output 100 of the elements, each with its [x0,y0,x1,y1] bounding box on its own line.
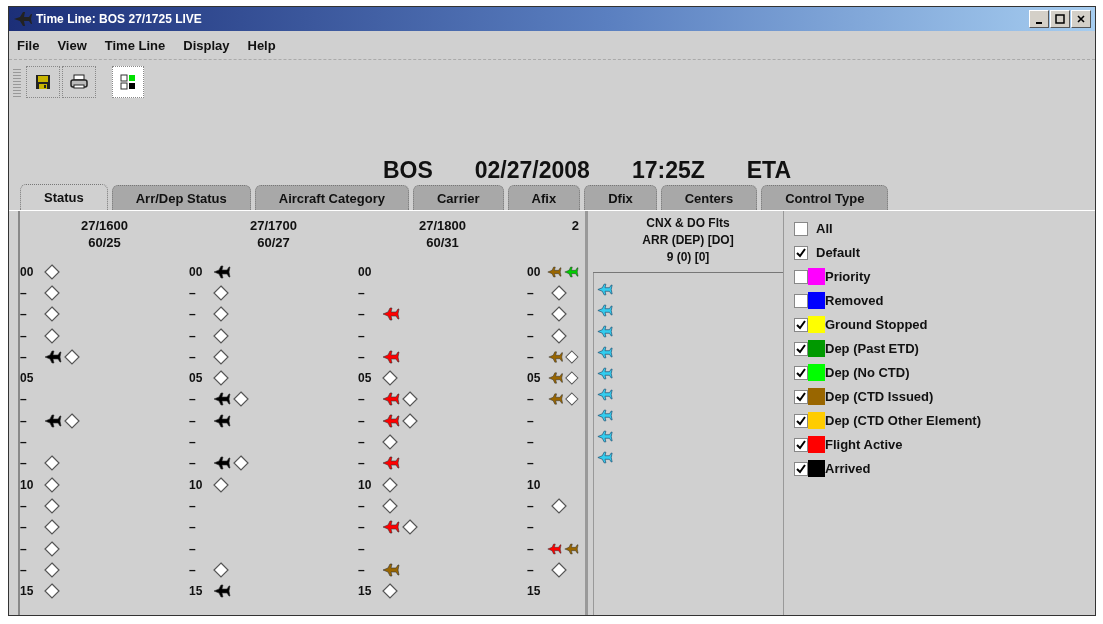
diamond-icon[interactable] [233,391,249,408]
airplane-icon[interactable] [213,264,231,279]
legend-toggle-button[interactable] [112,66,144,98]
diamond-icon[interactable] [213,284,229,301]
checkbox[interactable] [794,269,808,284]
checkbox[interactable] [794,245,808,260]
minute-label: – [527,328,535,343]
diamond-icon[interactable] [565,348,579,365]
menu-item[interactable]: Display [183,38,230,53]
diamond-icon[interactable] [213,348,229,365]
checkbox[interactable] [794,317,808,332]
diamond-icon[interactable] [44,497,60,514]
minute-label: – [358,413,366,428]
diamond-icon[interactable] [551,497,567,514]
minute-label: – [20,498,28,513]
checkbox[interactable] [794,389,808,404]
maximize-button[interactable] [1050,10,1070,28]
minute-label: 10 [20,477,35,492]
checkbox[interactable] [794,365,808,380]
minute-label: – [20,456,28,471]
diamond-icon[interactable] [44,519,60,536]
diamond-icon[interactable] [382,476,398,493]
minute-label: – [189,307,197,322]
minute-label: 00 [358,264,373,279]
airplane-icon[interactable] [213,392,231,407]
minute-label: – [358,349,366,364]
minute-label: – [527,413,535,428]
header-text: ETA [746,157,792,184]
diamond-icon[interactable] [213,561,229,578]
diamond-icon[interactable] [44,327,60,344]
minute-label: 00 [20,264,35,279]
tab[interactable]: Aircraft Category [254,185,409,210]
diamond-icon[interactable] [565,391,579,408]
tab[interactable]: Arr/Dep Status [111,185,251,210]
airplane-icon[interactable] [44,413,62,428]
checkbox[interactable] [794,293,808,308]
diamond-icon[interactable] [402,412,418,429]
menu-item[interactable]: Time Line [104,38,166,53]
minute-label: – [358,456,366,471]
checkbox[interactable] [794,221,808,236]
tab[interactable]: Dfix [584,185,657,210]
diamond-icon[interactable] [44,263,60,280]
diamond-icon[interactable] [551,284,567,301]
diamond-icon[interactable] [44,306,60,323]
tab[interactable]: Centers [660,185,758,210]
menu-item[interactable]: Help [247,38,276,53]
diamond-icon[interactable] [64,412,80,429]
diamond-icon[interactable] [213,327,229,344]
minute-label: – [20,392,28,407]
diamond-icon[interactable] [551,561,567,578]
minute-label: – [358,392,366,407]
diamond-icon[interactable] [44,476,60,493]
diamond-icon[interactable] [382,497,398,514]
airplane-icon[interactable] [213,456,231,471]
diamond-icon[interactable] [233,455,249,472]
diamond-icon[interactable] [402,519,418,536]
diamond-icon[interactable] [565,370,579,387]
column-count: 60/25 [88,234,121,251]
minute-label: – [358,285,366,300]
print-button[interactable] [62,66,96,98]
checkbox[interactable] [794,461,808,476]
maximize-icon [1055,14,1065,24]
diamond-icon[interactable] [382,583,398,600]
diamond-icon[interactable] [213,370,229,387]
close-button[interactable] [1071,10,1091,28]
minute-label: – [20,285,28,300]
minimize-button[interactable] [1029,10,1049,28]
diamond-icon[interactable] [402,391,418,408]
checkbox[interactable] [794,437,808,452]
diamond-icon[interactable] [44,561,60,578]
checkbox[interactable] [794,413,808,428]
tab[interactable]: Carrier [412,185,504,210]
diamond-icon[interactable] [213,476,229,493]
diamond-icon[interactable] [213,306,229,323]
minute-label: – [358,541,366,556]
tab[interactable]: Status [20,184,108,210]
diamond-icon[interactable] [44,540,60,557]
minute-label: – [527,285,535,300]
diamond-icon[interactable] [44,583,60,600]
menu-item[interactable]: View [57,38,87,53]
save-button[interactable] [26,66,60,98]
minute-label: 05 [358,371,373,386]
diamond-icon[interactable] [382,370,398,387]
diamond-icon[interactable] [44,455,60,472]
minute-label: – [20,328,28,343]
minute-label: – [358,435,366,449]
diamond-icon[interactable] [551,306,567,323]
diamond-icon[interactable] [64,348,80,365]
checkbox[interactable] [794,341,808,356]
minute-label: – [189,456,197,471]
minute-label: 15 [189,584,204,599]
tab[interactable]: Control Type [761,185,889,210]
airplane-icon[interactable] [213,413,231,428]
airplane-icon[interactable] [213,584,231,599]
diamond-icon[interactable] [44,284,60,301]
diamond-icon[interactable] [551,327,567,344]
menu-item[interactable]: File [17,38,40,53]
tab[interactable]: Afix [507,185,581,210]
airplane-icon[interactable] [44,349,62,364]
diamond-icon[interactable] [382,434,398,450]
